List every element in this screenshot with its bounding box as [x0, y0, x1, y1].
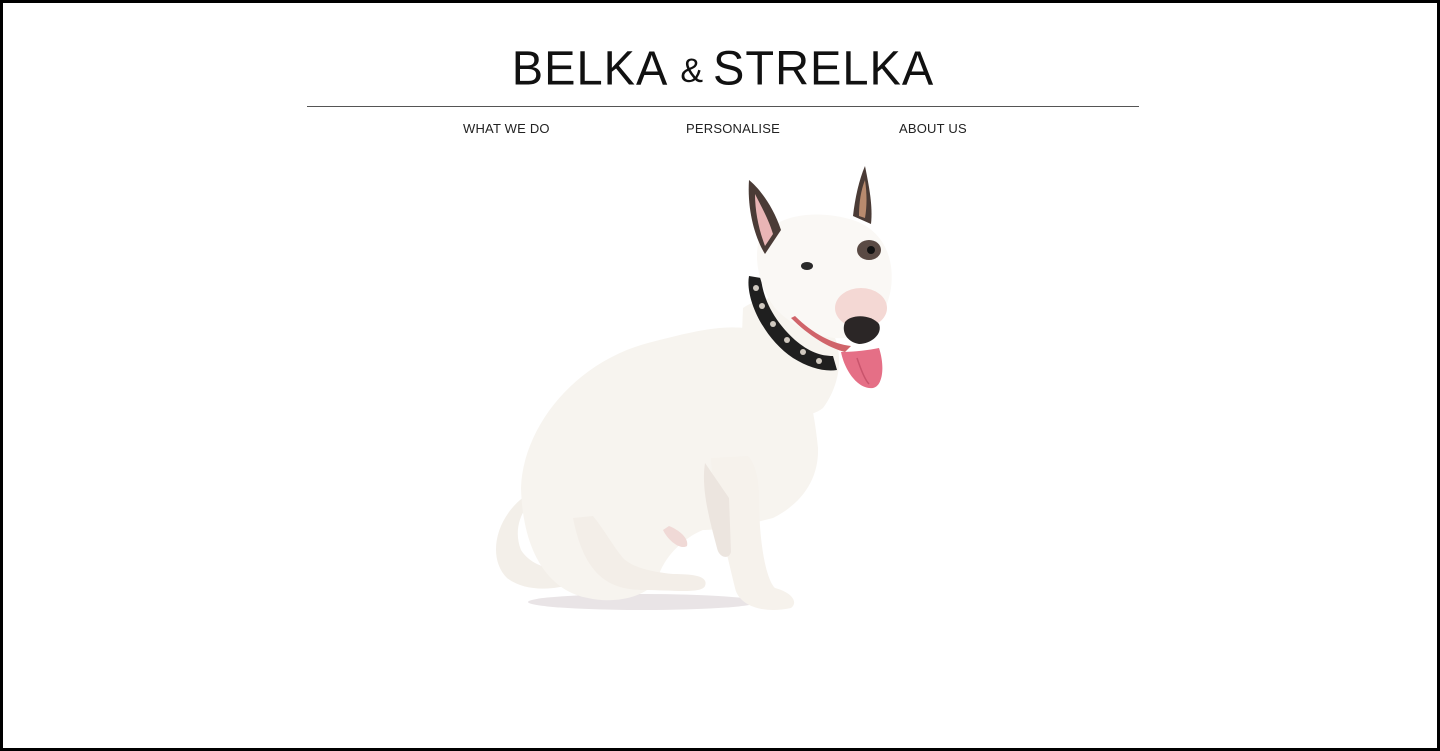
nav-item-about-us[interactable]: ABOUT US: [899, 121, 967, 139]
brand-name-left: BELKA: [511, 39, 669, 95]
brand-logo[interactable]: BELKA & STRELKA: [3, 37, 1440, 97]
nav-item-what-we-do[interactable]: WHAT WE DO: [463, 121, 550, 139]
brand-name-right: STRELKA: [713, 39, 935, 95]
header-divider: [307, 106, 1139, 107]
nav-item-personalise[interactable]: PERSONALISE: [686, 121, 780, 139]
brand-ampersand: &: [680, 51, 704, 90]
page-frame: BELKA & STRELKA WHAT WE DO PERSONALISE A…: [0, 0, 1440, 751]
hero-dog-image: [495, 166, 892, 610]
